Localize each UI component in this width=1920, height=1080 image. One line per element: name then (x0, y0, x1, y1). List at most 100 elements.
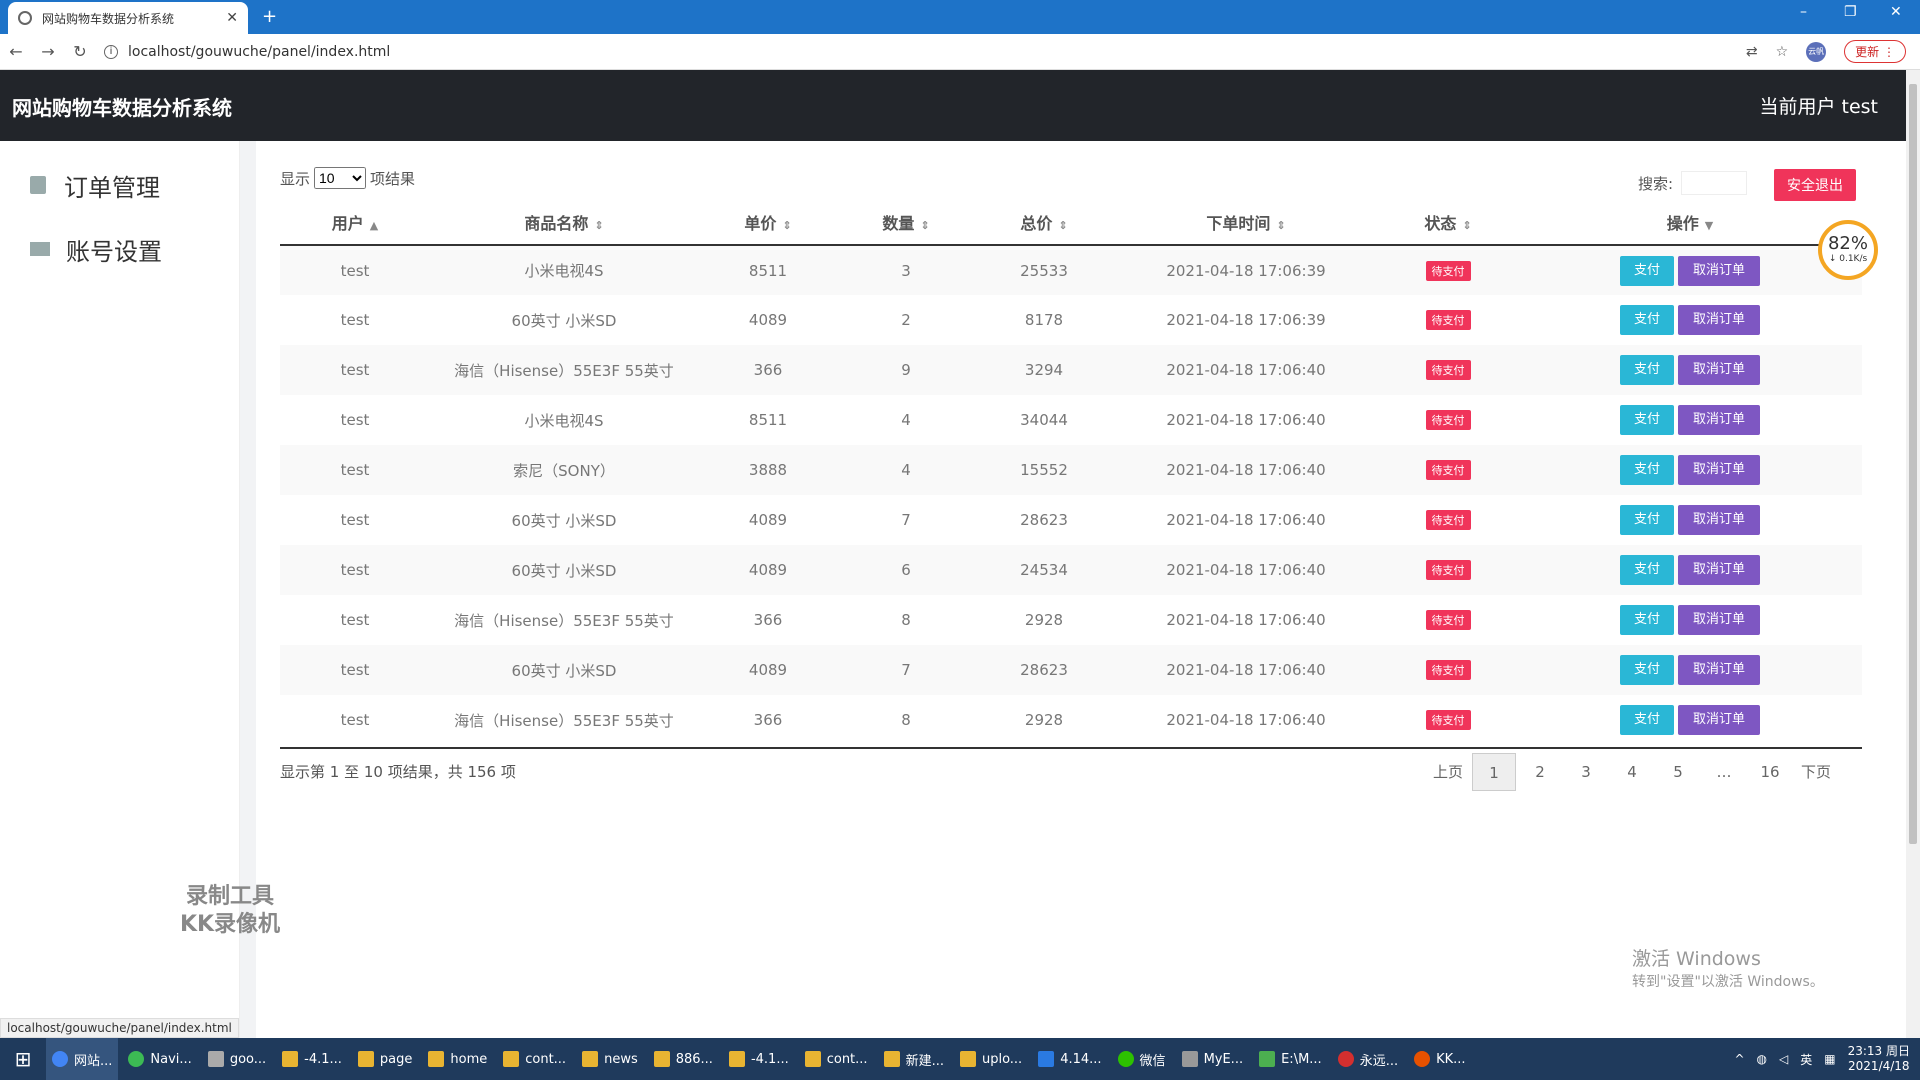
cancel-order-button[interactable]: 取消订单 (1678, 405, 1760, 435)
taskbar-item[interactable]: goo... (202, 1038, 272, 1080)
page-button[interactable]: 3 (1564, 753, 1608, 791)
close-window-button[interactable]: ✕ (1890, 4, 1902, 20)
col-header-qty[interactable]: 数量 ⇕ (838, 199, 974, 246)
col-header-user[interactable]: 用户 ▲ (280, 199, 430, 246)
star-icon[interactable]: ☆ (1776, 44, 1789, 60)
taskbar-item[interactable]: 886... (648, 1038, 719, 1080)
sidebar-item-account[interactable]: 账号设置 (0, 217, 239, 281)
windows-start-icon[interactable]: ⊞ (0, 1038, 46, 1080)
col-header-status[interactable]: 状态 ⇕ (1378, 199, 1518, 246)
taskbar-item[interactable]: 4.14... (1032, 1038, 1107, 1080)
taskbar-item[interactable]: -4.1... (276, 1038, 348, 1080)
forward-icon[interactable]: → (32, 42, 64, 61)
pay-button[interactable]: 支付 (1620, 555, 1674, 585)
search-input[interactable] (1681, 171, 1748, 195)
cell-price: 4089 (698, 545, 838, 595)
current-user[interactable]: 当前用户 test (1759, 92, 1878, 119)
cell-time: 2021-04-18 17:06:40 (1166, 511, 1326, 529)
taskbar-label: goo... (229, 1051, 267, 1067)
prev-page-button[interactable]: 上页 (1426, 753, 1470, 791)
pay-button[interactable]: 支付 (1620, 705, 1674, 735)
translate-icon[interactable]: ⇄ (1746, 44, 1758, 60)
network-speed-widget[interactable]: 82% ↓ 0.1K/s (1818, 220, 1878, 280)
network-icon[interactable]: ◍ (1757, 1052, 1767, 1066)
col-header-total[interactable]: 总价 ⇕ (974, 199, 1114, 246)
chevron-up-icon[interactable]: ^ (1734, 1052, 1744, 1066)
new-tab-button[interactable]: + (262, 6, 277, 27)
cancel-order-button[interactable]: 取消订单 (1678, 505, 1760, 535)
address-bar[interactable]: i localhost/gouwuche/panel/index.html (104, 38, 390, 66)
cell-product: 60英寸 小米SD (430, 545, 698, 595)
taskbar-item[interactable]: E:\M... (1253, 1038, 1328, 1080)
cancel-order-button[interactable]: 取消订单 (1678, 355, 1760, 385)
taskbar-clock[interactable]: 23:13 周日 2021/4/18 (1848, 1044, 1910, 1074)
cancel-order-button[interactable]: 取消订单 (1678, 705, 1760, 735)
page-button-current[interactable]: 1 (1472, 753, 1516, 791)
cell-total: 2928 (1024, 611, 1064, 629)
kk-recorder-icon (1414, 1051, 1431, 1067)
taskbar-item[interactable]: 永远... (1332, 1038, 1404, 1080)
profile-avatar[interactable]: 云帆 (1806, 41, 1827, 62)
col-header-product[interactable]: 商品名称 ⇕ (430, 199, 698, 246)
taskbar-item[interactable]: 新建... (878, 1038, 950, 1080)
taskbar-item[interactable]: page (352, 1038, 418, 1080)
taskbar-item[interactable]: -4.1... (723, 1038, 795, 1080)
col-header-actions[interactable]: 操作 ▼ (1518, 199, 1862, 246)
next-page-button[interactable]: 下页 (1794, 753, 1838, 791)
cell-product: 60英寸 小米SD (511, 511, 617, 530)
pay-button[interactable]: 支付 (1620, 605, 1674, 635)
taskbar-item[interactable]: KK... (1408, 1038, 1471, 1080)
page-button[interactable]: 5 (1656, 753, 1700, 791)
page-scrollbar[interactable] (1906, 70, 1920, 1038)
logout-button[interactable]: 安全退出 (1774, 169, 1856, 201)
taskbar-item[interactable]: 网站... (46, 1038, 119, 1080)
pay-button[interactable]: 支付 (1620, 405, 1674, 435)
page-size-select[interactable]: 10 (314, 167, 367, 189)
pay-button[interactable]: 支付 (1620, 655, 1674, 685)
keyboard-icon[interactable]: ▦ (1824, 1052, 1835, 1066)
speed-percent: 82% (1827, 233, 1868, 254)
update-button[interactable]: 更新 ⋮ (1844, 40, 1906, 63)
restore-button[interactable]: ❐ (1844, 4, 1857, 20)
pay-button[interactable]: 支付 (1620, 455, 1674, 485)
col-header-price[interactable]: 单价 ⇕ (698, 199, 838, 246)
taskbar-item[interactable]: home (422, 1038, 493, 1080)
pay-button[interactable]: 支付 (1620, 305, 1674, 335)
page-button[interactable]: 2 (1518, 753, 1562, 791)
cancel-order-button[interactable]: 取消订单 (1678, 255, 1760, 286)
page-button[interactable]: 16 (1748, 753, 1792, 791)
reload-icon[interactable]: ↻ (64, 42, 96, 61)
cancel-order-button[interactable]: 取消订单 (1678, 605, 1760, 635)
taskbar-item[interactable]: cont... (497, 1038, 572, 1080)
col-header-time[interactable]: 下单时间 ⇕ (1114, 199, 1378, 246)
back-icon[interactable]: ← (0, 42, 32, 61)
cancel-order-button[interactable]: 取消订单 (1678, 555, 1760, 585)
volume-icon[interactable]: ◁ (1779, 1052, 1788, 1066)
taskbar-item[interactable]: cont... (799, 1038, 874, 1080)
cell-status: 待支付 (1378, 645, 1518, 695)
taskbar-item[interactable]: news (576, 1038, 644, 1080)
scrollbar-thumb[interactable] (1909, 84, 1917, 844)
cancel-order-button[interactable]: 取消订单 (1678, 305, 1760, 335)
browser-tab[interactable]: 网站购物车数据分析系统 ✕ (8, 2, 248, 34)
page-button[interactable]: 4 (1610, 753, 1654, 791)
sidebar-item-orders[interactable]: 订单管理 (0, 153, 239, 217)
cell-product: 索尼（SONY） (430, 445, 698, 495)
cancel-order-button[interactable]: 取消订单 (1678, 655, 1760, 685)
taskbar-item[interactable]: 微信 (1112, 1038, 1172, 1080)
header-label: 数量 (882, 213, 915, 233)
cell-product: 60英寸 小米SD (430, 645, 698, 695)
pay-button[interactable]: 支付 (1620, 355, 1674, 385)
minimize-button[interactable]: – (1800, 4, 1807, 20)
taskbar-item[interactable]: uplo... (954, 1038, 1028, 1080)
ime-indicator[interactable]: 英 (1800, 1051, 1812, 1068)
taskbar-item[interactable]: MyE... (1176, 1038, 1250, 1080)
taskbar-item[interactable]: Navi... (122, 1038, 197, 1080)
info-icon[interactable]: i (104, 44, 118, 59)
header-label: 用户 (331, 213, 364, 233)
sort-desc-icon: ▼ (1704, 218, 1714, 232)
pay-button[interactable]: 支付 (1620, 255, 1674, 286)
tab-close-icon[interactable]: ✕ (226, 10, 238, 26)
cancel-order-button[interactable]: 取消订单 (1678, 455, 1760, 485)
pay-button[interactable]: 支付 (1620, 505, 1674, 535)
